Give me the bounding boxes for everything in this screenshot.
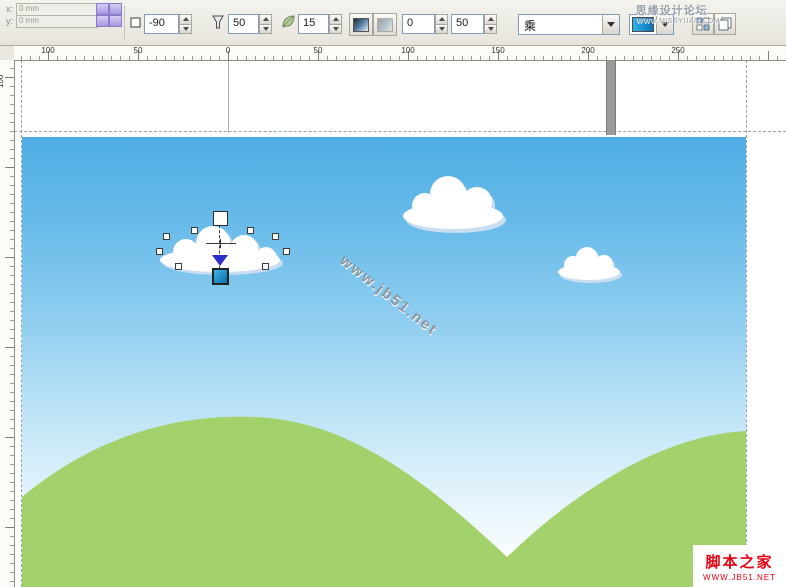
gradient-square-disabled-icon [377, 18, 393, 32]
transparency-midpoint-slider[interactable] [206, 243, 236, 244]
ruler-corner [0, 45, 15, 61]
spin-up-icon[interactable] [179, 14, 192, 25]
position-preset-button[interactable] [96, 15, 109, 27]
vertical-guideline[interactable] [228, 60, 229, 133]
toolbar-separator [124, 6, 126, 39]
site-url: WWW.JB51.NET [703, 573, 776, 582]
feather-field: 15 [298, 14, 342, 34]
copy-transparency-button[interactable] [373, 13, 397, 36]
start-transparency-field: 0 [402, 14, 448, 34]
spin-down-icon[interactable] [435, 25, 448, 35]
midpoint-dropper-icon [211, 14, 225, 35]
horizontal-ruler[interactable]: 100 50 0 50 100 150 200 250 [14, 45, 786, 61]
ruler-label: 100 [398, 46, 418, 55]
site-badge: 脚本之家 WWW.JB51.NET [693, 545, 786, 587]
cloud-body[interactable] [558, 247, 620, 280]
hills-graphic[interactable] [22, 137, 746, 587]
ruler-label: 100 [38, 46, 58, 55]
selection-handle[interactable] [175, 263, 182, 270]
page-edge-guide-right[interactable] [746, 60, 747, 587]
property-bar: x: 0 mm y: 0 mm -90 50 [0, 0, 786, 46]
selection-handle[interactable] [272, 233, 279, 240]
ruler-label: 0 [218, 46, 238, 55]
cloud-small[interactable] [556, 244, 624, 284]
transparency-start-handle[interactable] [213, 211, 228, 226]
transparency-end-handle[interactable] [212, 268, 229, 285]
bleed-guide-horizontal[interactable] [14, 131, 786, 132]
stacked-pages-icon [718, 17, 732, 31]
forum-name: 思缘设计论坛 [636, 2, 720, 18]
selection-handle[interactable] [163, 233, 170, 240]
ruler-label: 150 [488, 46, 508, 55]
transparency-target-icon [129, 16, 142, 34]
gradient-angle-input[interactable]: -90 [144, 14, 179, 34]
y-position-field[interactable]: 0 mm [16, 15, 98, 28]
selection-handle[interactable] [283, 248, 290, 255]
gradient-angle-field: -90 [144, 14, 192, 34]
selection-handle[interactable] [191, 227, 198, 234]
merge-mode-dropdown[interactable]: 乘 [518, 14, 620, 35]
ruler-label: 250 [668, 46, 688, 55]
ruler-label: 200 [578, 46, 598, 55]
end-transparency-spinner [484, 14, 497, 34]
forum-url: WWW.MISSYUAN.COM [636, 18, 720, 25]
gradient-square-icon [353, 18, 369, 32]
spin-up-icon[interactable] [435, 14, 448, 25]
feather-input[interactable]: 15 [298, 14, 329, 34]
spin-down-icon[interactable] [329, 25, 342, 35]
selection-handle[interactable] [156, 248, 163, 255]
merge-mode-value: 乘 [519, 15, 602, 34]
edit-transparency-button[interactable] [349, 13, 373, 36]
selection-handle[interactable] [262, 263, 269, 270]
position-preset-button[interactable] [96, 3, 109, 15]
forum-watermark: 思缘设计论坛 WWW.MISSYUAN.COM [636, 2, 720, 25]
spin-down-icon[interactable] [179, 25, 192, 35]
cloud-large[interactable] [398, 172, 510, 234]
start-transparency-input[interactable]: 0 [402, 14, 435, 34]
spin-down-icon[interactable] [259, 25, 272, 35]
position-preset-button[interactable] [109, 15, 122, 27]
vertical-ruler[interactable]: 100 [0, 60, 15, 587]
gradient-angle-spinner [179, 14, 192, 34]
end-transparency-field: 50 [451, 14, 497, 34]
end-transparency-input[interactable]: 50 [451, 14, 484, 34]
midpoint-field: 50 [228, 14, 272, 34]
ruler-label: 100 [0, 68, 16, 88]
site-name: 脚本之家 [705, 551, 773, 572]
spin-down-icon[interactable] [484, 25, 497, 35]
feather-leaf-icon [281, 14, 296, 34]
page-edge-guide-left[interactable] [21, 60, 22, 587]
drawing-page[interactable] [22, 137, 746, 587]
spin-up-icon[interactable] [484, 14, 497, 25]
selection-handle[interactable] [247, 227, 254, 234]
position-preset-button[interactable] [109, 3, 122, 15]
transparency-direction-arrow-icon [212, 255, 228, 266]
spin-up-icon[interactable] [329, 14, 342, 25]
midpoint-input[interactable]: 50 [228, 14, 259, 34]
hill-shape[interactable] [22, 417, 746, 587]
chevron-down-icon[interactable] [602, 15, 619, 34]
feather-spinner [329, 14, 342, 34]
cloud-body[interactable] [403, 176, 503, 229]
midpoint-spinner [259, 14, 272, 34]
vertical-guide-bar[interactable] [606, 60, 616, 135]
ruler-label: 50 [308, 46, 328, 55]
transparency-midpoint-tick [220, 239, 221, 248]
ruler-label: 50 [128, 46, 148, 55]
coreldraw-window: x: 0 mm y: 0 mm -90 50 [0, 0, 786, 587]
x-position-label: x: [6, 4, 13, 14]
y-position-label: y: [6, 16, 13, 26]
spin-up-icon[interactable] [259, 14, 272, 25]
start-transparency-spinner [435, 14, 448, 34]
